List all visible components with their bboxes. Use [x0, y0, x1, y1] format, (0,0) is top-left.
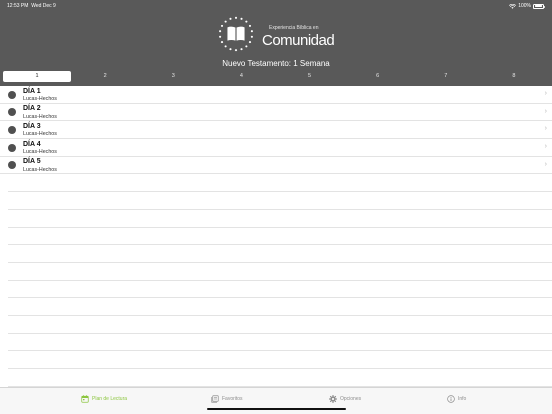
empty-row — [8, 210, 552, 228]
bible-circle-logo-icon — [219, 16, 253, 52]
day-subtitle: Lucas-Hechos — [23, 166, 57, 173]
status-dot-icon — [8, 90, 16, 99]
empty-row — [8, 228, 552, 246]
week-segment-4[interactable]: 4 — [207, 71, 275, 82]
day-row[interactable]: DÍA 3 Lucas-Hechos › — [0, 121, 552, 140]
tab-info-label: Info — [458, 396, 467, 402]
week-segmented-control: 12345678 — [3, 71, 548, 82]
day-title: DÍA 3 — [23, 122, 41, 130]
empty-row — [8, 245, 552, 263]
books-icon — [211, 395, 219, 403]
empty-row — [8, 281, 552, 299]
day-row[interactable]: DÍA 2 Lucas-Hechos › — [0, 104, 552, 122]
status-date-text: Wed Dec 9 — [31, 3, 56, 9]
week-segment-7[interactable]: 7 — [412, 71, 480, 82]
gear-icon — [329, 395, 337, 403]
app-logo: Experiencia Bíblica en Comunidad — [217, 15, 335, 55]
calendar-icon — [81, 395, 89, 403]
chevron-right-icon: › — [544, 125, 547, 133]
chevron-right-icon: › — [544, 90, 547, 97]
tab-plan-de-lectura[interactable]: Plan de Lectura — [81, 394, 127, 404]
week-segment-3[interactable]: 3 — [139, 71, 207, 82]
status-right: 100% — [509, 3, 545, 9]
day-list: DÍA 1 Lucas-Hechos › DÍA 2 Lucas-Hechos › DÍA … — [0, 86, 552, 387]
empty-row — [8, 192, 552, 210]
status-dot-icon — [8, 125, 16, 134]
home-indicator — [207, 407, 346, 410]
tab-info[interactable]: Info — [447, 394, 466, 404]
tab-favoritos[interactable]: Favoritos — [211, 394, 243, 404]
day-title: DÍA 1 — [23, 87, 41, 95]
day-row[interactable]: DÍA 1 Lucas-Hechos › — [0, 86, 552, 104]
tab-plan-label: Plan de Lectura — [92, 396, 128, 402]
day-title: DÍA 4 — [23, 140, 41, 148]
status-time: 12:53 PM Wed Dec 9 — [7, 3, 56, 9]
chevron-right-icon: › — [544, 160, 547, 168]
wifi-icon — [509, 3, 517, 9]
tab-favoritos-label: Favoritos — [222, 396, 243, 402]
logo-subtitle: Experiencia Bíblica en — [269, 25, 319, 31]
week-segment-2[interactable]: 2 — [71, 71, 139, 82]
status-dot-icon — [8, 143, 16, 152]
status-time-text: 12:53 PM — [7, 3, 29, 9]
empty-row — [8, 316, 552, 334]
tab-opciones-label: Opciones — [340, 396, 362, 402]
day-subtitle: Lucas-Hechos — [23, 113, 57, 120]
day-title: DÍA 5 — [23, 158, 41, 166]
empty-row — [8, 298, 552, 316]
week-segment-6[interactable]: 6 — [344, 71, 412, 82]
logo-title: Comunidad — [262, 32, 335, 49]
empty-row — [8, 174, 552, 193]
header: 12:53 PM Wed Dec 9 100% Experiencia Bíbl… — [0, 0, 552, 86]
info-icon — [447, 395, 455, 403]
empty-row — [8, 369, 552, 387]
plan-title: Nuevo Testamento: 1 Semana — [222, 59, 330, 68]
day-subtitle: Lucas-Hechos — [23, 96, 57, 102]
day-subtitle: Lucas-Hechos — [23, 131, 57, 138]
week-segment-1[interactable]: 1 — [3, 71, 72, 82]
empty-row — [8, 351, 552, 369]
empty-row — [8, 334, 552, 352]
tab-opciones[interactable]: Opciones — [329, 394, 361, 404]
chevron-right-icon: › — [544, 107, 547, 115]
day-subtitle: Lucas-Hechos — [23, 149, 57, 156]
chevron-right-icon: › — [544, 143, 547, 151]
day-row[interactable]: DÍA 5 Lucas-Hechos › — [0, 157, 552, 175]
day-title: DÍA 2 — [23, 105, 41, 113]
battery-percent: 100% — [518, 3, 531, 9]
status-bar: 12:53 PM Wed Dec 9 100% — [0, 0, 552, 11]
status-dot-icon — [8, 161, 16, 170]
status-dot-icon — [8, 108, 16, 117]
battery-icon — [533, 3, 545, 9]
week-segment-8[interactable]: 8 — [480, 71, 548, 82]
day-row[interactable]: DÍA 4 Lucas-Hechos › — [0, 139, 552, 157]
week-segment-5[interactable]: 5 — [276, 71, 344, 82]
empty-row — [8, 263, 552, 281]
